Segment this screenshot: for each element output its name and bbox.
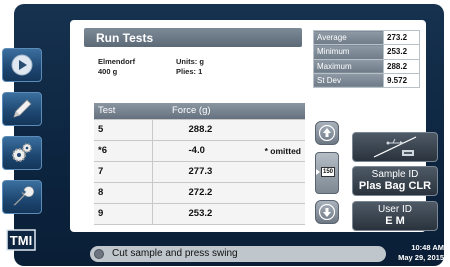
table-row[interactable]: 5 288.2: [94, 118, 305, 141]
row-note: [242, 202, 305, 225]
table-row[interactable]: 7 277.3: [94, 160, 305, 183]
user-id-value: E M: [385, 215, 405, 227]
play-icon: [11, 54, 33, 76]
stat-label: Minimum: [313, 44, 384, 60]
clock-date: May 29, 2015: [398, 253, 444, 262]
test-number: 7: [94, 160, 153, 183]
force-value: 253.2: [152, 202, 242, 225]
scroll-down-button[interactable]: [315, 200, 339, 224]
stat-value: 253.2: [383, 44, 420, 60]
pencil-icon: [13, 99, 32, 118]
arrow-up-icon: [319, 125, 335, 141]
table-row[interactable]: 9 253.2: [94, 202, 305, 225]
clock-time: 10:48 AM: [411, 243, 444, 252]
sample-id-button[interactable]: Sample ID Plas Bag CLR: [352, 166, 438, 196]
stats-row: Average 273.2: [313, 29, 420, 46]
row-note: * omitted: [242, 139, 305, 162]
table-row[interactable]: *6 -4.0 * omitted: [94, 139, 305, 162]
nav-edit-button[interactable]: [2, 92, 42, 126]
nav-run-button[interactable]: [2, 48, 42, 82]
stats-row: St Dev 9.572: [313, 72, 420, 89]
stats-table: Average 273.2 Minimum 253.2 Maximum 288.…: [313, 29, 420, 89]
force-value: 272.2: [152, 181, 242, 204]
status-message: Cut sample and press swing: [112, 248, 238, 259]
results-table: Test Force (g) 5 288.2 *6 -4.0 * omitted…: [94, 103, 305, 225]
table-row[interactable]: 8 272.2: [94, 181, 305, 204]
test-number: 8: [94, 181, 153, 204]
stat-label: St Dev: [313, 72, 384, 89]
status-indicator-icon: [94, 249, 104, 259]
test-column-header: Test: [94, 103, 152, 119]
wrench-icon: [13, 186, 34, 206]
force-value: 277.3: [152, 160, 242, 183]
usb-icon: [373, 136, 417, 158]
instrument-name: Elmendorf: [98, 57, 136, 66]
user-id-button[interactable]: User ID E M: [352, 201, 438, 231]
capacity: 400 g: [98, 67, 118, 76]
stat-value: 273.2: [383, 29, 420, 46]
plies: Plies: 1: [176, 67, 203, 76]
stat-label: Average: [313, 29, 384, 46]
stat-value: 288.2: [383, 58, 420, 74]
status-bar: Cut sample and press swing: [90, 246, 386, 262]
page-number: 150: [321, 167, 335, 177]
test-number: *6: [94, 139, 153, 162]
units: Units: g: [176, 57, 204, 66]
row-note: [242, 160, 305, 183]
stat-value: 9.572: [383, 72, 420, 89]
stats-row: Minimum 253.2: [313, 44, 420, 60]
svg-text:TMI: TMI: [10, 233, 32, 248]
usb-button[interactable]: [352, 132, 438, 162]
sample-id-value: Plas Bag CLR: [358, 180, 432, 192]
results-header-row: Test Force (g): [94, 103, 305, 119]
stat-label: Maximum: [313, 58, 384, 74]
user-id-label: User ID: [378, 204, 412, 215]
sample-id-label: Sample ID: [371, 169, 419, 180]
scroll-up-button[interactable]: [315, 121, 339, 145]
gears-icon: [12, 143, 32, 162]
page-pointer-icon: [316, 169, 320, 175]
tmi-logo: TMI: [6, 229, 36, 251]
stats-row: Maximum 288.2: [313, 58, 420, 74]
test-number: 9: [94, 202, 153, 225]
row-note: [242, 118, 305, 141]
nav-tools-button[interactable]: [2, 180, 42, 214]
page-indicator: 150: [315, 152, 339, 194]
arrow-down-icon: [319, 204, 335, 220]
force-value: 288.2: [152, 118, 242, 141]
force-value: -4.0: [152, 139, 242, 162]
force-column-header: Force (g): [152, 103, 305, 119]
panel-title: Run Tests: [84, 28, 302, 47]
row-note: [242, 181, 305, 204]
test-number: 5: [94, 118, 153, 141]
nav-settings-button[interactable]: [2, 136, 42, 170]
